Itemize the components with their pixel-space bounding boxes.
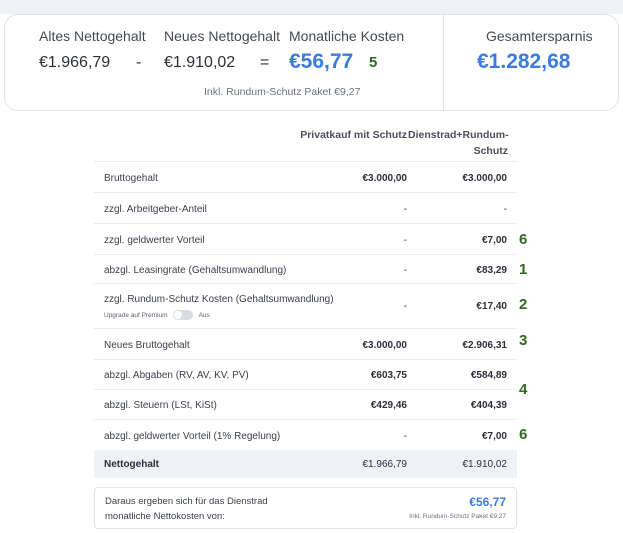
- upgrade-premium-toggle[interactable]: [172, 310, 193, 320]
- row-label: zzgl. Arbeitgeber-Anteil: [104, 204, 207, 215]
- row-value-bike: -: [503, 204, 507, 215]
- row-value-bike: €584,89: [470, 370, 507, 381]
- table-row: abzgl. geldwerter Vorteil (1% Regelung) …: [94, 419, 517, 450]
- row-value-private: -: [403, 265, 407, 276]
- row-value-bike: €404,39: [470, 400, 507, 411]
- minus-sign: -: [136, 54, 142, 71]
- table-row: zzgl. Rundum-Schutz Kosten (Gehaltsumwan…: [94, 283, 517, 328]
- marker-5: 5: [369, 54, 378, 71]
- new-net-value: €1.910,02: [164, 54, 236, 71]
- row-value-private: €429,46: [370, 400, 407, 411]
- table-row: abzgl. Leasingrate (Gehaltsumwandlung) -…: [94, 254, 517, 283]
- marker-4: 4: [519, 381, 528, 398]
- table-row: abzgl. Steuern (LSt, KiSt) €429,46 €404,…: [94, 389, 517, 419]
- table-row: Neues Bruttogehalt €3.000,00 €2.906,31: [94, 328, 517, 359]
- table-row: zzgl. Arbeitgeber-Anteil - -: [94, 192, 517, 223]
- net-salary-private: €1.966,79: [362, 459, 408, 470]
- old-net-label: Altes Nettogehalt: [39, 28, 146, 44]
- row-value-bike: €7,00: [481, 235, 507, 246]
- row-value-private: -: [403, 431, 407, 442]
- row-label: zzgl. Rundum-Schutz Kosten (Gehaltsumwan…: [104, 294, 334, 305]
- table-row: zzgl. geldwerter Vorteil - €7,00: [94, 223, 517, 254]
- row-label: Neues Bruttogehalt: [104, 340, 190, 351]
- row-value-private: -: [403, 235, 407, 246]
- result-line-2: monatliche Nettokosten von:: [105, 511, 225, 522]
- upgrade-premium-control: Upgrade auf Premium Aus: [104, 310, 210, 320]
- net-salary-label: Nettogehalt: [104, 459, 159, 470]
- toggle-knob: [173, 311, 182, 319]
- row-label: zzgl. geldwerter Vorteil: [104, 235, 205, 246]
- row-label: abzgl. Steuern (LSt, KiSt): [104, 400, 217, 411]
- table-row: abzgl. Abgaben (RV, AV, KV, PV) €603,75 …: [94, 359, 517, 389]
- net-salary-bike: €1.910,02: [462, 459, 508, 470]
- row-value-private: €3.000,00: [362, 340, 408, 351]
- table-row: Bruttogehalt €3.000,00 €3.000,00: [94, 161, 517, 192]
- result-box: Daraus ergeben sich für das Dienstrad mo…: [94, 487, 517, 529]
- marker-1: 1: [519, 261, 528, 278]
- row-label: abzgl. Abgaben (RV, AV, KV, PV): [104, 370, 249, 381]
- monthly-cost-label: Monatliche Kosten: [289, 28, 405, 44]
- marker-6: 6: [519, 426, 528, 443]
- row-value-private: €603,75: [370, 370, 407, 381]
- upgrade-premium-label: Upgrade auf Premium: [104, 311, 168, 319]
- marker-3: 3: [519, 332, 528, 349]
- row-value-private: -: [403, 204, 407, 215]
- equals-sign: =: [260, 54, 270, 71]
- column-header-bike: Dienstrad+Rundum-Schutz: [408, 129, 509, 157]
- result-amount: €56,77: [469, 495, 506, 509]
- summary-divider: [443, 15, 444, 110]
- row-label: abzgl. Leasingrate (Gehaltsumwandlung): [104, 265, 287, 276]
- result-line-1: Daraus ergeben sich für das Dienstrad: [105, 496, 268, 507]
- row-value-bike: €7,00: [481, 431, 507, 442]
- old-net-value: €1.966,79: [39, 54, 111, 71]
- total-savings-value: €1.282,68: [477, 50, 571, 73]
- row-value-bike: €17,40: [476, 301, 507, 312]
- top-band: [0, 0, 623, 14]
- package-note: Inkl. Rundum-Schutz Paket €9,27: [204, 86, 361, 98]
- row-value-bike: €83,29: [476, 265, 507, 276]
- marker-6: 6: [519, 231, 528, 248]
- row-value-private: -: [403, 301, 407, 312]
- monthly-cost-value: €56,77: [289, 50, 354, 73]
- row-value-private: €3.000,00: [362, 173, 408, 184]
- result-package-note: Inkl. Rundum-Schutz Paket €9,27: [409, 513, 506, 520]
- net-salary-row: Nettogehalt €1.966,79 €1.910,02: [94, 450, 517, 478]
- new-net-label: Neues Nettogehalt: [164, 28, 280, 44]
- row-label: Bruttogehalt: [104, 173, 158, 184]
- column-header-private: Privatkauf mit Schutz: [300, 129, 407, 141]
- row-label: abzgl. geldwerter Vorteil (1% Regelung): [104, 431, 281, 442]
- result-text: Daraus ergeben sich für das Dienstrad mo…: [105, 494, 268, 524]
- upgrade-premium-state: Aus: [198, 311, 210, 319]
- row-value-bike: €2.906,31: [462, 340, 508, 351]
- summary-card: Altes Nettogehalt €1.966,79 - Neues Nett…: [4, 14, 619, 111]
- row-value-bike: €3.000,00: [462, 173, 508, 184]
- marker-2: 2: [519, 296, 528, 313]
- total-savings-label: Gesamtersparnis: [486, 28, 593, 44]
